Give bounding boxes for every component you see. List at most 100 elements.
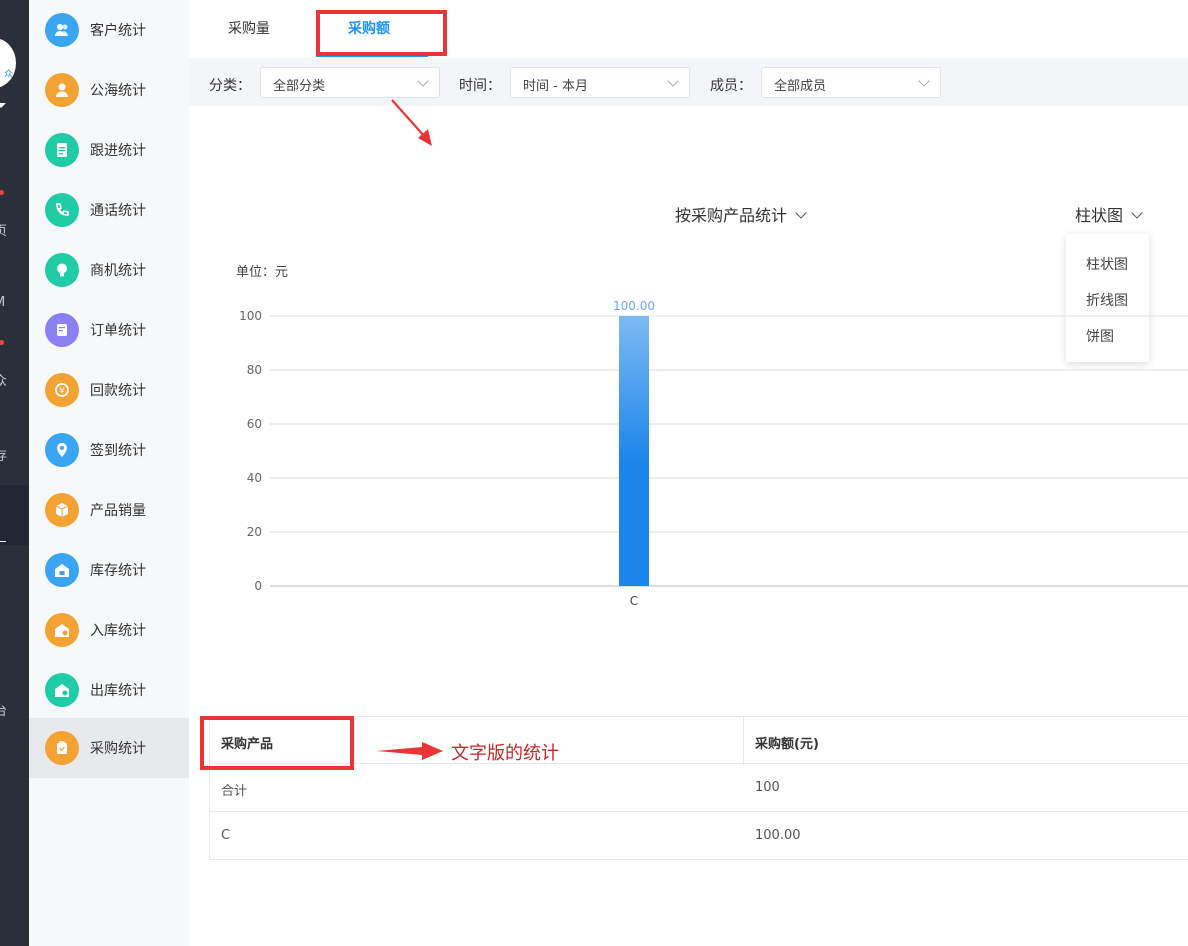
payment-icon: ¥ xyxy=(45,373,79,407)
member-select-value: 全部成员 xyxy=(774,79,827,94)
users-icon xyxy=(45,13,79,47)
member-select[interactable]: 全部成员 xyxy=(761,67,941,98)
avatar-text: 众 xyxy=(3,70,13,80)
bar-chart: 0 20 40 60 80 100 100.00 C xyxy=(239,299,1188,608)
table-cell: 100.00 xyxy=(755,828,801,843)
y-tick-label: 80 xyxy=(247,363,262,377)
warehouse-icon xyxy=(45,553,79,587)
chevron-down-icon xyxy=(1131,207,1143,219)
sidebar-item-followup-stats[interactable]: 跟进统计 xyxy=(29,120,189,180)
stat-by-value: 按采购产品统计 xyxy=(675,206,788,225)
annotation-arrow-icon xyxy=(391,99,432,146)
sidebar-item-stock-out-stats[interactable]: 出库统计 xyxy=(29,660,189,720)
table-row: 合计 100 xyxy=(209,764,1188,812)
bar-data-label: 100.00 xyxy=(613,299,655,313)
tab-purchase-quantity[interactable]: 采购量 xyxy=(228,18,270,38)
rail-item-label[interactable]: 页 xyxy=(0,220,7,239)
time-filter-label: 时间： xyxy=(459,78,501,94)
chevron-down-icon xyxy=(667,75,679,87)
sidebar-item-label: 商机统计 xyxy=(90,263,146,279)
category-select[interactable]: 全部分类 xyxy=(260,67,440,98)
person-icon xyxy=(45,73,79,107)
y-tick-label: 20 xyxy=(247,525,262,539)
rail-item-label[interactable]: M xyxy=(0,295,5,310)
sidebar-item-call-stats[interactable]: 通话统计 xyxy=(29,180,189,240)
sidebar-item-public-pool-stats[interactable]: 公海统计 xyxy=(29,60,189,120)
stock-in-icon xyxy=(45,613,79,647)
chart-type-value: 柱状图 xyxy=(1075,206,1124,225)
column-divider xyxy=(743,717,744,765)
summary-table: 采购产品 采购额(元) 合计 100 C 100.00 xyxy=(209,716,1188,860)
notification-dot xyxy=(0,340,4,345)
chart-type-dropdown[interactable]: 柱状图 xyxy=(1075,202,1143,226)
sidebar-item-label: 客户统计 xyxy=(90,23,146,39)
column-header-amount: 采购额(元) xyxy=(755,737,819,752)
stock-out-icon xyxy=(45,673,79,707)
member-filter-label: 成员： xyxy=(710,78,752,94)
menu-item-bar[interactable]: 柱状图 xyxy=(1086,254,1128,274)
chevron-down-icon xyxy=(918,75,930,87)
sidebar-item-inventory-stats[interactable]: 库存统计 xyxy=(29,540,189,600)
table-row: C 100.00 xyxy=(209,812,1188,860)
filter-bar: 分类： 全部分类 时间： 时间 - 本月 成员： 全部成员 xyxy=(189,58,1188,106)
category-filter-label: 分类： xyxy=(209,78,251,94)
rail-item-label[interactable]: 台 xyxy=(0,700,7,719)
sidebar-item-checkin-stats[interactable]: 签到统计 xyxy=(29,420,189,480)
sidebar-item-label: 库存统计 xyxy=(90,563,146,579)
sidebar-item-label: 采购统计 xyxy=(90,741,146,757)
notification-dot xyxy=(0,190,4,195)
sidebar-item-label: 订单统计 xyxy=(90,323,146,339)
document-icon xyxy=(45,133,79,167)
active-tab-indicator xyxy=(316,55,428,57)
phone-icon xyxy=(45,193,79,227)
table-cell: C xyxy=(221,828,231,843)
svg-text:¥: ¥ xyxy=(59,387,65,397)
sidebar-item-label: 出库统计 xyxy=(90,683,146,699)
sidebar-item-customer-stats[interactable]: 客户统计 xyxy=(29,0,189,60)
sidebar-item-label: 跟进统计 xyxy=(90,143,146,159)
chevron-down-icon xyxy=(417,75,429,87)
chevron-down-icon xyxy=(795,207,807,219)
sidebar-item-label: 回款统计 xyxy=(90,383,146,399)
order-icon xyxy=(45,313,79,347)
sidebar-item-payment-stats[interactable]: ¥ 回款统计 xyxy=(29,360,189,420)
sidebar-item-order-stats[interactable]: 订单统计 xyxy=(29,300,189,360)
avatar[interactable]: 众 xyxy=(0,38,16,88)
category-select-value: 全部分类 xyxy=(273,79,326,94)
sidebar-item-label: 公海统计 xyxy=(90,83,146,99)
app-rail: 众 页 M 众 存 台 xyxy=(0,0,29,946)
bar[interactable] xyxy=(619,316,649,586)
y-tick-label: 40 xyxy=(247,471,262,485)
sidebar-item-label: 通话统计 xyxy=(90,203,146,219)
sidebar-item-product-sales[interactable]: 产品销量 xyxy=(29,480,189,540)
tab-bar: 采购量 采购额 xyxy=(189,0,1188,58)
stat-by-dropdown[interactable]: 按采购产品统计 xyxy=(675,202,807,226)
sidebar-item-label: 入库统计 xyxy=(90,623,146,639)
annotation-text: 文字版的统计 xyxy=(451,743,559,764)
sidebar-item-opportunity-stats[interactable]: 商机统计 xyxy=(29,240,189,300)
caret-down-icon[interactable] xyxy=(0,103,6,108)
sidebar-item-stock-in-stats[interactable]: 入库统计 xyxy=(29,600,189,660)
box-icon xyxy=(45,493,79,527)
table-cell: 合计 xyxy=(221,784,248,799)
annotation-arrow-icon xyxy=(376,742,443,760)
y-tick-label: 0 xyxy=(254,579,262,593)
tab-purchase-amount[interactable]: 采购额 xyxy=(348,18,390,38)
column-header-product: 采购产品 xyxy=(221,737,274,752)
x-tick-label: C xyxy=(630,594,638,608)
rail-item-label[interactable]: 众 xyxy=(0,370,7,389)
rail-active-band xyxy=(0,485,29,545)
unit-label: 单位：元 xyxy=(236,265,289,280)
y-tick-label: 100 xyxy=(239,309,262,323)
sidebar-item-label: 产品销量 xyxy=(90,503,146,519)
sidebar-item-label: 签到统计 xyxy=(90,443,146,459)
sidebar-item-purchase-stats[interactable]: 采购统计 xyxy=(29,718,189,778)
purchase-icon xyxy=(45,731,79,765)
y-tick-label: 60 xyxy=(247,417,262,431)
lightbulb-icon xyxy=(45,253,79,287)
table-cell: 100 xyxy=(755,780,780,795)
table-header-row: 采购产品 采购额(元) xyxy=(209,716,1188,765)
rail-item-label[interactable]: 存 xyxy=(0,445,7,464)
rail-active-indicator xyxy=(0,541,6,542)
time-select[interactable]: 时间 - 本月 xyxy=(510,67,690,98)
